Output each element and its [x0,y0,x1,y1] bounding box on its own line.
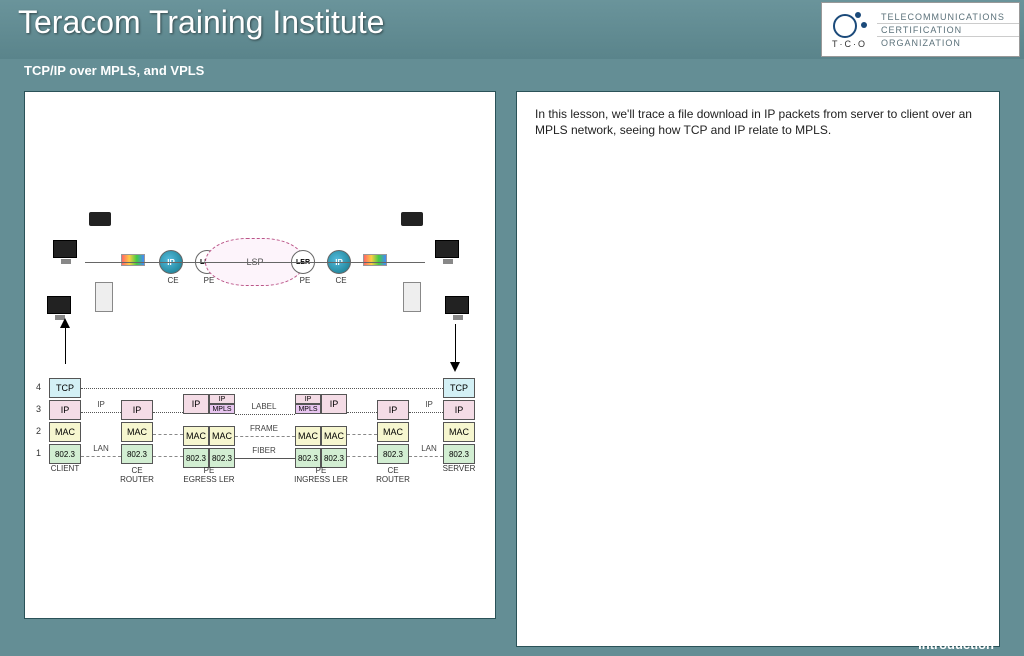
stack-client: TCP IP MAC 802.3 CLIENT [49,378,81,466]
dashed-link [409,456,443,457]
dashed-link [153,456,183,457]
phone-icon [401,212,423,226]
dashed-link [235,436,295,437]
layer-mac: MAC [295,426,321,446]
layer-802: 802.3 [321,448,347,468]
monitor-icon [47,296,71,314]
stack-ce-router: IP MAC 802.3 CE ROUTER [121,400,153,466]
stack-label: CLIENT [35,464,95,473]
dotted-link [409,412,443,413]
dotted-link [153,412,183,413]
layer-802: 802.3 [183,448,209,468]
stack-label: CE ROUTER [107,466,167,484]
dotted-link [235,414,295,415]
layer-ip: IP [443,400,475,420]
layer-tcp: TCP [443,378,475,398]
pe-label: PE [295,276,315,285]
dashed-link [153,434,183,435]
flow-line [65,324,66,364]
server-icon [95,282,113,312]
network-link-line [85,262,425,263]
stack-label: PE INGRESS LER [291,466,351,484]
stack-label: CE ROUTER [363,466,423,484]
stack-pe-egress: IPIP MPLS MACMAC 802.3802.3 PE EGRESS LE… [183,394,235,470]
tco-lines: TELECOMMUNICATIONS CERTIFICATION ORGANIZ… [877,3,1019,56]
layer-mac: MAC [183,426,209,446]
layer-ip: IP [49,400,81,420]
dashed-link [347,456,377,457]
link-label-lan: LAN [81,444,121,453]
dashed-link [347,434,377,435]
link-label-ip: IP [81,400,121,409]
layer-ip: IP [295,394,321,404]
switch-icon [363,254,387,266]
monitor-icon [445,296,469,314]
diagram-panel: IP CE LER PE LSP LER PE IP CE 4 [24,91,496,619]
ce-label: CE [331,276,351,285]
arrow-down-icon [450,362,460,372]
layer-num: 4 [36,382,41,392]
layer-mpls: MPLS [209,404,235,414]
tco-abbr: T·C·O [832,39,867,49]
text-panel: In this lesson, we'll trace a file downl… [516,91,1000,647]
layer-mpls: MPLS [295,404,321,414]
lesson-text: In this lesson, we'll trace a file downl… [535,107,972,137]
layer-num: 3 [36,404,41,414]
tco-badge: T·C·O TELECOMMUNICATIONS CERTIFICATION O… [821,2,1020,57]
dashed-link [81,456,121,457]
layer-ip: IP [209,394,235,404]
flow-line [455,324,456,364]
stack-label: PE EGRESS LER [179,466,239,484]
layer-802: 802.3 [377,444,409,464]
tco-line-3: ORGANIZATION [877,37,1019,49]
link-label-label: LABEL [239,402,289,411]
layer-802: 802.3 [295,448,321,468]
layer-ip: IP [377,400,409,420]
layer-802: 802.3 [209,448,235,468]
link-label-frame: FRAME [239,424,289,433]
layer-mac: MAC [443,422,475,442]
layer-num: 2 [36,426,41,436]
monitor-icon [53,240,77,258]
stack-pe-ingress: IPIP MPLS MACMAC 802.3802.3 PE INGRESS L… [295,394,347,470]
layer-802: 802.3 [443,444,475,464]
solid-link [235,458,295,459]
monitor-icon [435,240,459,258]
layer-mac: MAC [121,422,153,442]
server-icon [403,282,421,312]
layer-802: 802.3 [49,444,81,464]
layer-mac: MAC [209,426,235,446]
layer-ip: IP [121,400,153,420]
layer-num: 1 [36,448,41,458]
dotted-link [81,412,121,413]
tcp-end-to-end-line [81,388,443,389]
header: Teracom Training Institute T·C·O TELECOM… [0,0,1024,59]
ce-label: CE [163,276,183,285]
stack-label: SERVER [429,464,489,473]
layer-mac: MAC [321,426,347,446]
lesson-subtitle: TCP/IP over MPLS, and VPLS [0,59,1024,87]
tco-line-2: CERTIFICATION [877,24,1019,37]
arrow-up-icon [60,318,70,328]
phone-icon [89,212,111,226]
stack-ce-router-r: IP MAC 802.3 CE ROUTER [377,400,409,466]
dotted-link [347,412,377,413]
link-label-fiber: FIBER [239,446,289,455]
footer-label: Introduction [918,637,994,652]
stack-server: TCP IP MAC 802.3 SERVER [443,378,475,466]
layer-mac: MAC [49,422,81,442]
layer-mac: MAC [377,422,409,442]
tco-logo: T·C·O [822,3,877,56]
layer-tcp: TCP [49,378,81,398]
switch-icon [121,254,145,266]
tco-line-1: TELECOMMUNICATIONS [877,11,1019,24]
layer-802: 802.3 [121,444,153,464]
